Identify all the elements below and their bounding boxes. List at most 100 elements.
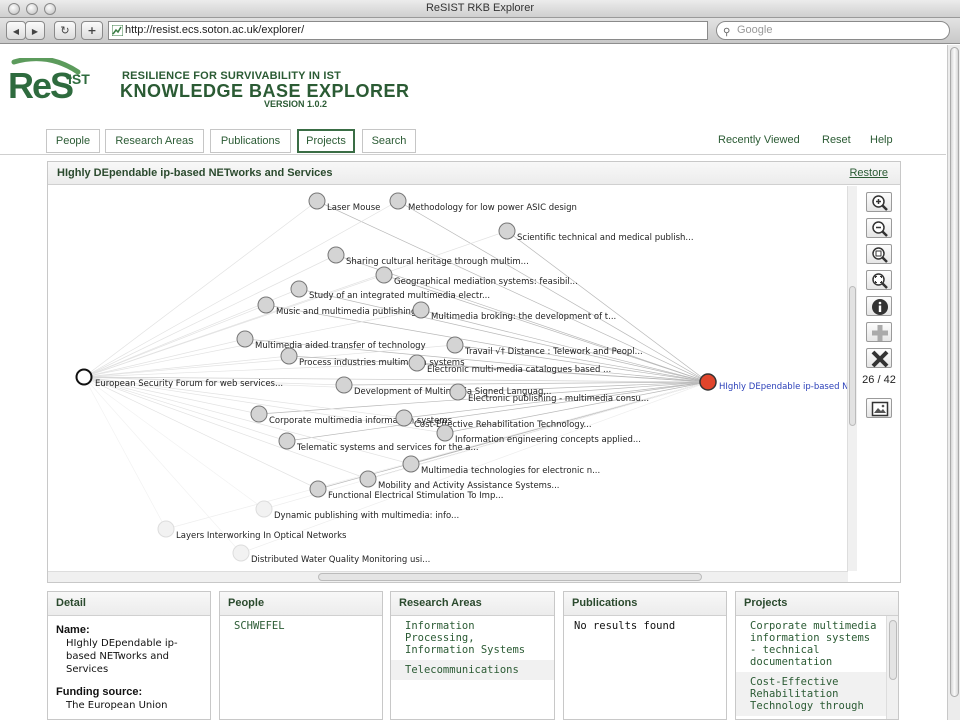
- graph-node-label[interactable]: Methodology for low power ASIC design: [408, 203, 577, 213]
- graph-node[interactable]: Multimedia aided transfer of technology: [236, 330, 426, 351]
- remove-node-button[interactable]: [866, 348, 892, 368]
- graph-node-circle[interactable]: [335, 376, 353, 394]
- graph-node-circle[interactable]: [290, 280, 308, 298]
- graph-node-circle[interactable]: [389, 192, 407, 210]
- graph-horizontal-scrollbar-thumb[interactable]: [318, 573, 702, 581]
- reload-button[interactable]: ↻: [54, 21, 76, 40]
- graph-node[interactable]: Sharing cultural heritage through multim…: [327, 246, 529, 267]
- graph-node-focus[interactable]: HIghly DEpendable ip-based N: [699, 373, 848, 392]
- expand-node-button[interactable]: [866, 322, 892, 342]
- graph-node-circle[interactable]: [75, 368, 93, 386]
- graph-node-circle[interactable]: [278, 432, 296, 450]
- zoom-fit-button[interactable]: [866, 270, 892, 290]
- zoom-out-button[interactable]: [866, 218, 892, 238]
- graph-node[interactable]: Geographical mediation systems: feasibil…: [375, 266, 578, 287]
- page-scrollbar-thumb[interactable]: [950, 47, 959, 697]
- graph-node[interactable]: Laser Mouse: [308, 192, 380, 213]
- graph-node-label[interactable]: Information engineering concepts applied…: [455, 435, 641, 445]
- graph-node-label[interactable]: Layers Interworking In Optical Networks: [176, 531, 347, 541]
- graph-node-circle[interactable]: [308, 192, 326, 210]
- zoom-reset-button[interactable]: [866, 244, 892, 264]
- tab-publications[interactable]: Publications: [210, 129, 291, 153]
- graph-node-circle[interactable]: [250, 405, 268, 423]
- page-scrollbar[interactable]: [947, 45, 960, 720]
- info-button[interactable]: [866, 296, 892, 316]
- research-area-item[interactable]: Telecommunications: [391, 660, 554, 680]
- graph-node-circle[interactable]: [402, 455, 420, 473]
- tab-search[interactable]: Search: [362, 129, 416, 153]
- graph-node-circle[interactable]: [446, 336, 464, 354]
- graph-node-label[interactable]: Electronic multi-media catalogues based …: [427, 365, 611, 375]
- projects-scrollbar-thumb[interactable]: [889, 620, 897, 680]
- graph-node-circle[interactable]: [359, 470, 377, 488]
- network-graph[interactable]: Laser Mouse Methodology for low power ASI…: [48, 186, 848, 571]
- recently-viewed-link[interactable]: Recently Viewed: [718, 134, 800, 146]
- graph-node-circle[interactable]: [498, 222, 516, 240]
- projects-scrollbar[interactable]: [886, 616, 898, 719]
- reset-link[interactable]: Reset: [822, 134, 851, 146]
- graph-node-label[interactable]: Study of an integrated multimedia electr…: [309, 291, 490, 301]
- graph-node-circle[interactable]: [449, 383, 467, 401]
- add-bookmark-button[interactable]: +: [81, 21, 103, 40]
- graph-vertical-scrollbar-thumb[interactable]: [849, 286, 856, 426]
- tab-research-areas[interactable]: Research Areas: [105, 129, 204, 153]
- graph-node[interactable]: Scientific technical and medical publish…: [498, 222, 694, 243]
- graph-node-circle[interactable]: [327, 246, 345, 264]
- graph-node-label[interactable]: Mobility and Activity Assistance Systems…: [378, 481, 560, 491]
- graph-node[interactable]: Methodology for low power ASIC design: [389, 192, 577, 213]
- graph-node-label[interactable]: Scientific technical and medical publish…: [517, 233, 694, 243]
- graph-node-label[interactable]: Multimedia broking: the development of t…: [431, 312, 616, 322]
- graph-node-circle[interactable]: [309, 480, 327, 498]
- graph-node-circle[interactable]: [280, 347, 298, 365]
- graph-vertical-scrollbar[interactable]: [847, 186, 857, 571]
- export-image-button[interactable]: [866, 398, 892, 418]
- restore-link[interactable]: Restore: [849, 167, 888, 179]
- graph-node[interactable]: Multimedia broking: the development of t…: [412, 301, 616, 322]
- address-bar[interactable]: http://resist.ecs.soton.ac.uk/explorer/: [108, 21, 708, 40]
- project-list-item[interactable]: Cost-Effective Rehabilitation Technology…: [736, 672, 886, 716]
- graph-node-label[interactable]: Multimedia aided transfer of technology: [255, 341, 426, 351]
- graph-node-label[interactable]: HIghly DEpendable ip-based N: [719, 382, 848, 392]
- graph-horizontal-scrollbar[interactable]: [48, 571, 848, 582]
- back-button[interactable]: ◀: [6, 21, 26, 40]
- graph-node[interactable]: Cost-Effective Rehabilitation Technology…: [395, 409, 592, 430]
- graph-node-label[interactable]: Laser Mouse: [327, 203, 380, 213]
- graph-node[interactable]: Distributed Water Quality Monitoring usi…: [232, 544, 430, 565]
- graph-node-circle[interactable]: [232, 544, 250, 562]
- project-list-item[interactable]: Corporate multimedia information systems…: [736, 616, 886, 672]
- graph-node-circle[interactable]: [375, 266, 393, 284]
- people-list-item[interactable]: SCHWEFEL: [220, 616, 382, 636]
- graph-node-label[interactable]: Travail √† Distance : Telework and Peopl…: [464, 347, 643, 357]
- graph-node-circle[interactable]: [257, 296, 275, 314]
- tab-people[interactable]: People: [46, 129, 100, 153]
- graph-node-label[interactable]: Sharing cultural heritage through multim…: [346, 257, 529, 267]
- graph-node-circle[interactable]: [408, 354, 426, 372]
- graph-node-circle[interactable]: [412, 301, 430, 319]
- graph-node-circle[interactable]: [255, 500, 273, 518]
- graph-node-circle[interactable]: [395, 409, 413, 427]
- search-field[interactable]: ⚲ Google: [716, 21, 950, 40]
- forward-button[interactable]: ▶: [25, 21, 45, 40]
- graph-node-label[interactable]: Functional Electrical Stimulation To Imp…: [328, 491, 503, 501]
- graph-node[interactable]: Layers Interworking In Optical Networks: [157, 520, 347, 541]
- graph-node-label[interactable]: European Security Forum for web services…: [95, 379, 283, 389]
- zoom-in-button[interactable]: [866, 192, 892, 212]
- graph-node[interactable]: Multimedia technologies for electronic n…: [402, 455, 600, 476]
- tab-projects[interactable]: Projects: [297, 129, 355, 153]
- graph-node-label[interactable]: Telematic systems and services for the a…: [296, 443, 479, 453]
- help-link[interactable]: Help: [870, 134, 893, 146]
- graph-node-label[interactable]: Geographical mediation systems: feasibil…: [394, 277, 578, 287]
- graph-node-label[interactable]: Music and multimedia publishing: [276, 307, 416, 317]
- graph-node-circle[interactable]: [699, 373, 717, 391]
- research-area-item[interactable]: Information Processing, Information Syst…: [391, 616, 554, 660]
- graph-node-label[interactable]: Distributed Water Quality Monitoring usi…: [251, 555, 430, 565]
- graph-node-circle[interactable]: [436, 424, 454, 442]
- graph-node-label[interactable]: Multimedia technologies for electronic n…: [421, 466, 600, 476]
- graph-node-label[interactable]: Dynamic publishing with multimedia: info…: [274, 511, 459, 521]
- graph-node[interactable]: Dynamic publishing with multimedia: info…: [255, 500, 459, 521]
- graph-canvas[interactable]: Laser Mouse Methodology for low power ASI…: [48, 186, 848, 571]
- graph-node[interactable]: Travail √† Distance : Telework and Peopl…: [446, 336, 643, 357]
- graph-node-label[interactable]: Electronic publishing - multimedia consu…: [468, 394, 649, 404]
- graph-node-circle[interactable]: [157, 520, 175, 538]
- graph-node-circle[interactable]: [236, 330, 254, 348]
